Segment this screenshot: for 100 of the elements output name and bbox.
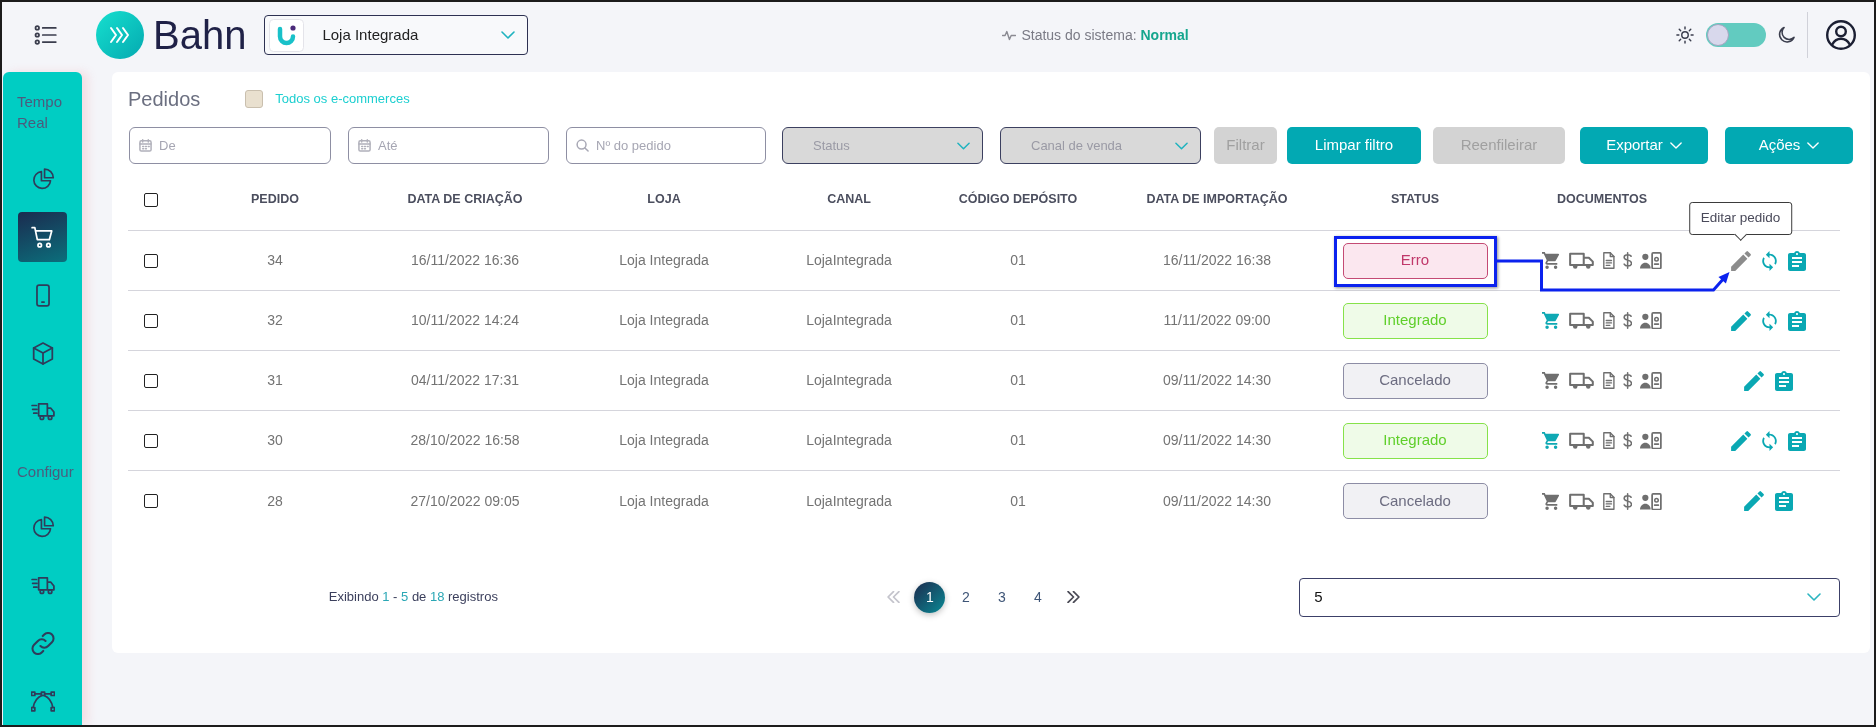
menu-icon[interactable] [34,25,58,45]
document-icon[interactable] [1602,252,1615,269]
document-icon[interactable] [1602,432,1615,449]
cart-icon[interactable] [1542,252,1561,269]
store-logo-icon [269,18,305,52]
truck-icon[interactable] [1568,372,1595,389]
row-checkbox[interactable] [144,494,158,508]
document-icon[interactable] [1602,312,1615,329]
sun-icon [1676,26,1694,44]
cart-icon[interactable] [1542,372,1561,389]
actions-button[interactable]: Ações [1725,127,1853,164]
clipboard-icon[interactable] [1774,491,1793,511]
sync-icon[interactable] [1761,310,1777,331]
row-checkbox[interactable] [144,253,158,268]
column-header: STATUS [1390,191,1440,209]
chevron-down-icon [501,31,516,39]
truck-icon[interactable] [1568,312,1595,329]
sidebar-item[interactable] [18,212,67,262]
pencil-icon[interactable] [1730,310,1751,331]
status-badge: Integrado [1342,422,1488,459]
pencil-icon[interactable] [1730,430,1751,451]
page-button[interactable]: 4 [1022,581,1054,613]
all-stores-checkbox[interactable] [245,90,264,108]
table-cell-text: 01 [1010,371,1026,390]
status-badge: Cancelado [1342,362,1488,399]
clipboard-icon[interactable] [1774,370,1793,391]
pencil-icon[interactable] [1743,491,1764,511]
document-icon[interactable] [1602,492,1615,510]
cube-icon [30,341,55,365]
id-card-icon[interactable] [1639,432,1662,449]
pulse-icon [1002,29,1017,41]
sidebar-heading: Tempo Real [17,92,64,133]
row-checkbox[interactable] [144,433,158,448]
dollar-icon[interactable] [1622,252,1632,269]
clipboard-icon[interactable] [1787,430,1806,451]
store-select[interactable]: Loja Integrada [264,15,529,55]
cart-icon [30,225,55,249]
page-button[interactable]: 1 [914,581,946,613]
clipboard-icon[interactable] [1787,250,1806,271]
id-card-icon[interactable] [1639,252,1662,269]
table-cell-text: LojaIntegrada [806,431,892,450]
tooltip: Editar pedido [1688,201,1793,239]
dollar-icon[interactable] [1622,372,1632,389]
page-title: Pedidos [128,87,201,112]
page-button[interactable]: 3 [986,581,1018,613]
logo-wordmark: Bahn [153,15,247,55]
truck-icon[interactable] [1568,252,1595,269]
dollar-icon[interactable] [1622,432,1632,449]
chevron-down-icon [1807,593,1821,601]
table-cell-text: 09/11/2022 14:30 [1163,371,1271,390]
clear-filter-button[interactable]: Limpar filtro [1287,127,1421,164]
table-cell-text: 01 [1010,251,1026,270]
export-button[interactable]: Exportar [1580,127,1708,164]
theme-toggle[interactable] [1706,23,1766,47]
page-size-select[interactable]: 5 [1299,577,1840,617]
page-button[interactable]: 2 [950,581,982,613]
table-cell-text: 04/11/2022 17:31 [411,371,519,390]
channel-select[interactable]: Canal de venda [1000,127,1201,164]
table-cell-text: LojaIntegrada [806,371,892,390]
pencil-icon[interactable] [1730,250,1751,271]
order-number-field[interactable]: Nº do pedido [566,127,766,164]
row-checkbox[interactable] [144,373,158,388]
id-card-icon[interactable] [1639,312,1662,329]
table-cell-text: 01 [1010,311,1026,330]
logo-icon [96,11,144,59]
truck-icon[interactable] [1568,432,1595,449]
cart-icon[interactable] [1542,492,1561,510]
status-select[interactable]: Status [782,127,983,164]
table-cell-text: Loja Integrada [619,491,709,511]
link-icon [30,631,55,655]
sync-icon[interactable] [1761,250,1777,271]
select-all-checkbox[interactable] [144,192,158,207]
table-cell-text: 27/10/2022 09:05 [410,491,520,511]
end-date-field[interactable]: Até [348,127,549,164]
table-cell-text: 16/11/2022 16:38 [1163,251,1271,270]
table-cell-text: Loja Integrada [619,251,709,270]
column-header: CANAL [827,191,871,209]
calendar-icon [358,139,371,152]
double-chevron-right-icon[interactable] [1067,591,1081,603]
clipboard-icon[interactable] [1787,310,1806,331]
dollar-icon[interactable] [1622,312,1632,329]
table-cell-text: 10/11/2022 14:24 [411,311,519,330]
column-header: PEDIDO [251,191,299,209]
user-avatar-icon[interactable] [1826,20,1856,50]
all-stores-label[interactable]: Todos os e-commerces [275,89,410,109]
status-badge: Cancelado [1342,483,1488,519]
id-card-icon[interactable] [1639,372,1662,389]
pencil-icon[interactable] [1743,370,1764,391]
sync-icon[interactable] [1761,430,1777,451]
truck-icon[interactable] [1568,492,1595,510]
document-icon[interactable] [1602,372,1615,389]
table-cell-text: 28/10/2022 16:58 [410,431,520,450]
start-date-field[interactable]: De [129,127,331,164]
table-cell-text: 32 [267,311,283,330]
dollar-icon[interactable] [1622,492,1632,510]
system-status-text: Status do sistema: Normal [1021,25,1189,45]
table-cell-text: 09/11/2022 14:30 [1163,431,1271,450]
id-card-icon[interactable] [1639,492,1662,510]
row-checkbox[interactable] [144,313,158,328]
table-cell-text: 31 [267,371,283,390]
